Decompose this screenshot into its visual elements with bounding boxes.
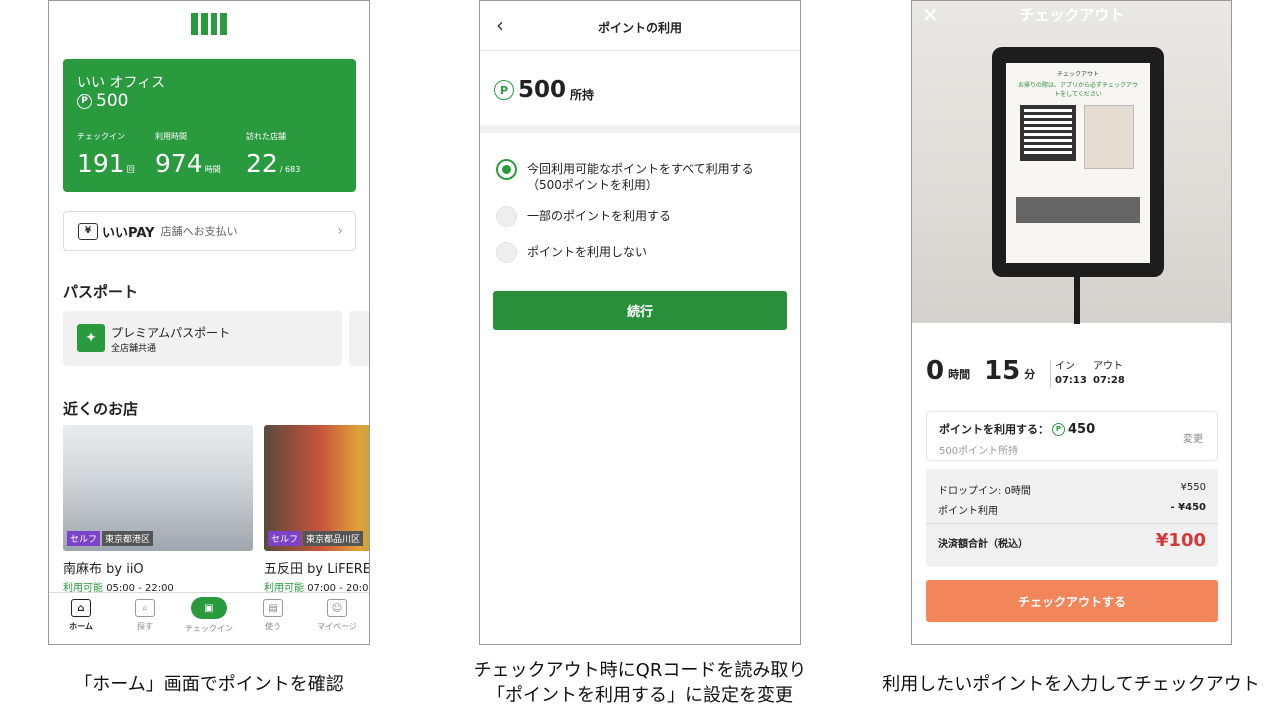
option-use-none[interactable]: ポイントを利用しない	[496, 242, 648, 263]
dropin-row: ドロップイン: 0時間 ¥550	[938, 482, 1206, 497]
point-icon: P	[1052, 422, 1065, 436]
tab-home[interactable]: ⌂ ホーム	[49, 593, 113, 644]
change-link[interactable]: 変更	[1183, 430, 1203, 445]
tab-search[interactable]: ⌕ 探す	[113, 593, 177, 644]
shop-card[interactable]: セルフ 東京都港区 南麻布 by iiO 利用可能 05:00 - 22:00	[63, 425, 253, 594]
continue-button[interactable]: 続行	[493, 291, 787, 330]
points-value: 500	[96, 91, 129, 111]
shop-card[interactable]: セルフ 東京都品川区 五反田 by LiFERE 利用可能 07:00 - 20:…	[264, 425, 370, 594]
option-use-partial[interactable]: 一部のポイントを利用する	[496, 206, 672, 227]
option-label: 今回利用可能なポイントをすべて利用する（500ポイントを利用）	[527, 162, 754, 192]
shop-photo: セルフ 東京都品川区	[264, 425, 369, 551]
points-held: 500ポイント所持	[939, 446, 1019, 457]
poster-title: チェックアウト	[1056, 71, 1099, 78]
ticket-icon: ▤	[263, 599, 283, 617]
user-icon: ☺	[327, 599, 347, 617]
warning-box	[1016, 197, 1140, 223]
divider	[926, 523, 1218, 524]
caption-checkout: 利用したいポイントを入力してチェックアウト	[882, 674, 1260, 695]
page-title: チェックアウト	[1019, 6, 1125, 24]
balance-unit: 所持	[570, 87, 595, 102]
divider	[480, 125, 800, 133]
stat-checkin-label: チェックイン	[77, 132, 125, 141]
radio-selected[interactable]	[496, 159, 517, 180]
checkout-button[interactable]: チェックアウトする	[926, 580, 1218, 622]
points-row: ポイント利用 - ¥450	[938, 502, 1206, 517]
header: ‹ ポイントの利用	[480, 1, 800, 51]
in-out-times: イン アウト 07:13 07:28	[1050, 360, 1131, 388]
home-icon: ⌂	[71, 599, 91, 617]
total-row: 決済額合計（税込） ¥100	[938, 530, 1206, 551]
usage-time: 0 時間 15 分	[926, 356, 1036, 386]
bill-summary: ドロップイン: 0時間 ¥550 ポイント利用 - ¥450 決済額合計（税込） ¥1…	[926, 469, 1218, 567]
stat-checkin-value: 191 回	[77, 149, 135, 178]
qr-scan-icon: ▣	[191, 597, 227, 619]
checkout-poster: チェックアウト お帰りの際は、アプリから必ずチェックアウトをしてください	[1006, 63, 1150, 263]
passport-name: プレミアムパスポート	[111, 326, 231, 340]
checkout-screen: チェックアウト お帰りの際は、アプリから必ずチェックアウトをしてください ✕ チ…	[911, 0, 1232, 645]
chevron-right-icon: ›	[337, 223, 343, 239]
app-logo	[191, 13, 227, 35]
shop-tag-area: 東京都港区	[102, 531, 154, 546]
app-screenshot-image	[1084, 105, 1134, 169]
balance-value: 500	[518, 77, 567, 103]
shop-name: 南麻布 by iiO	[63, 562, 144, 577]
option-use-all[interactable]: 今回利用可能なポイントをすべて利用する（500ポイントを利用）	[496, 159, 787, 193]
shop-tag-self: セルフ	[67, 531, 101, 546]
points-use-line: ポイントを利用する： P 450	[939, 421, 1096, 437]
pay-button[interactable]: ¥ いいPAY 店舗へお支払い ›	[63, 211, 356, 251]
office-name: いい オフィス	[77, 75, 166, 91]
passport-sub: 全店舗共通	[111, 344, 157, 354]
caption-point-use: チェックアウト時にQRコードを読み取り 「ポイントを利用する」に設定を変更	[473, 660, 807, 706]
membership-card[interactable]: いい オフィス P 500 チェックイン 191 回 利用時間 974 時間 訪れた…	[63, 59, 356, 192]
sign-frame: チェックアウト お帰りの際は、アプリから必ずチェックアウトをしてください	[992, 47, 1164, 277]
nearby-heading: 近くのお店	[63, 400, 139, 418]
camera-photo: チェックアウト お帰りの際は、アプリから必ずチェックアウトをしてください ✕ チ…	[912, 1, 1231, 324]
passport-icon: ✦	[77, 324, 105, 352]
map-search-icon: ⌕	[135, 599, 155, 617]
qr-code	[1020, 105, 1076, 161]
next-passport-card[interactable]	[349, 311, 369, 366]
page-title: ポイントの利用	[597, 21, 682, 35]
point-icon: P	[494, 80, 514, 100]
shop-name: 五反田 by LiFERE	[264, 562, 370, 577]
stat-time-value: 974 時間	[155, 149, 221, 178]
pay-text: 店舗へお支払い	[160, 225, 238, 238]
option-label: 一部のポイントを利用する	[527, 209, 672, 223]
radio[interactable]	[496, 242, 517, 263]
bottom-tab-bar: ⌂ ホーム ⌕ 探す ▣ チェックイン ▤ 使う ☺ マイページ	[49, 592, 369, 644]
poster-headline: お帰りの際は、アプリから必ずチェックアウトをしてください	[1017, 82, 1138, 98]
wallet-icon: ¥	[78, 222, 98, 240]
points-balance: P 500	[77, 91, 128, 111]
caption-home: 「ホーム」画面でポイントを確認	[74, 674, 344, 695]
sign-pole	[1074, 276, 1080, 324]
pay-logo: いいPAY	[102, 225, 155, 241]
tab-checkin[interactable]: ▣ チェックイン	[177, 593, 241, 644]
home-screen: いい オフィス P 500 チェックイン 191 回 利用時間 974 時間 訪れた…	[48, 0, 370, 645]
points-use-box: ポイントを利用する： P 450 500ポイント所持 変更	[926, 411, 1218, 461]
shop-tag-self: セルフ	[268, 531, 302, 546]
tab-mypage[interactable]: ☺ マイページ	[305, 593, 369, 644]
tab-use[interactable]: ▤ 使う	[241, 593, 305, 644]
passport-heading: パスポート	[63, 283, 139, 301]
stat-shops-value: 22/ 683	[246, 149, 301, 178]
point-icon: P	[77, 93, 92, 109]
option-label: ポイントを利用しない	[527, 245, 648, 259]
shop-tag-area: 東京都品川区	[303, 531, 364, 546]
shop-photo: セルフ 東京都港区	[63, 425, 253, 551]
stat-time-label: 利用時間	[155, 132, 187, 141]
stat-shops-label: 訪れた店舗	[246, 132, 286, 141]
point-use-screen: ‹ ポイントの利用 P 500 所持 今回利用可能なポイントをすべて利用する（5…	[479, 0, 801, 645]
radio[interactable]	[496, 206, 517, 227]
points-balance: P 500 所持	[494, 77, 594, 103]
premium-passport-card[interactable]: ✦ プレミアムパスポート 全店舗共通	[63, 311, 342, 366]
